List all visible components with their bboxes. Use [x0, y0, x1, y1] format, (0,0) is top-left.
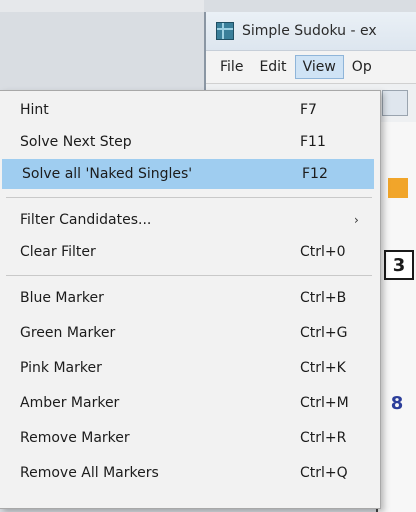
menu-file[interactable]: File [212, 55, 251, 79]
title-bar: Simple Sudoku - ex [206, 12, 416, 51]
menu-item-blue-marker[interactable]: Blue Marker Ctrl+B [0, 283, 378, 313]
menu-item-shortcut: F12 [302, 166, 328, 182]
menu-item-shortcut: F7 [300, 102, 317, 118]
menu-item-pink-marker[interactable]: Pink Marker Ctrl+K [0, 353, 378, 383]
window-title: Simple Sudoku - ex [242, 23, 377, 39]
toolbar-button[interactable] [382, 90, 408, 116]
menu-item-shortcut: Ctrl+Q [300, 465, 348, 481]
sudoku-app-icon [216, 22, 234, 40]
menu-item-label: Remove Marker [20, 430, 130, 446]
background-strip [0, 0, 204, 12]
menu-item-remove-marker[interactable]: Remove Marker Ctrl+R [0, 423, 378, 453]
menu-item-label: Green Marker [20, 325, 116, 341]
menu-item-label: Pink Marker [20, 360, 102, 376]
view-menu-dropdown: Hint F7 Solve Next Step F11 Solve all 'N… [0, 90, 381, 509]
menu-item-label: Solve Next Step [20, 134, 132, 150]
menu-item-shortcut: Ctrl+B [300, 290, 347, 306]
menu-item-label: Remove All Markers [20, 465, 159, 481]
menu-item-shortcut: Ctrl+R [300, 430, 347, 446]
menu-item-remove-all-markers[interactable]: Remove All Markers Ctrl+Q [0, 458, 378, 488]
menu-separator [6, 197, 372, 198]
sudoku-grid[interactable]: 3 8 [376, 122, 416, 512]
menu-item-shortcut: Ctrl+G [300, 325, 348, 341]
menu-item-solve-naked-singles[interactable]: Solve all 'Naked Singles' F12 [2, 159, 374, 189]
grid-cell-digit[interactable]: 8 [384, 390, 410, 416]
menu-item-solve-next-step[interactable]: Solve Next Step F11 [0, 127, 378, 157]
menu-item-label: Filter Candidates... [20, 212, 152, 228]
menu-item-shortcut: Ctrl+K [300, 360, 346, 376]
menu-options[interactable]: Op [344, 55, 380, 79]
menu-item-label: Hint [20, 102, 49, 118]
highlighted-cell[interactable] [388, 178, 408, 198]
menu-separator [6, 275, 372, 276]
menu-bar: File Edit View Op [206, 51, 416, 84]
grid-cell-digit[interactable]: 3 [384, 250, 414, 280]
submenu-arrow-icon: › [354, 213, 359, 227]
menu-item-filter-candidates[interactable]: Filter Candidates... › [0, 205, 378, 235]
menu-item-shortcut: F11 [300, 134, 326, 150]
menu-item-label: Amber Marker [20, 395, 120, 411]
menu-item-amber-marker[interactable]: Amber Marker Ctrl+M [0, 388, 378, 418]
menu-view[interactable]: View [294, 55, 344, 79]
menu-item-green-marker[interactable]: Green Marker Ctrl+G [0, 318, 378, 348]
menu-item-shortcut: Ctrl+M [300, 395, 349, 411]
menu-item-label: Blue Marker [20, 290, 104, 306]
menu-edit[interactable]: Edit [251, 55, 294, 79]
menu-item-label: Solve all 'Naked Singles' [22, 166, 193, 182]
menu-item-shortcut: Ctrl+0 [300, 244, 346, 260]
menu-item-hint[interactable]: Hint F7 [0, 95, 378, 125]
menu-item-clear-filter[interactable]: Clear Filter Ctrl+0 [0, 237, 378, 267]
menu-item-label: Clear Filter [20, 244, 96, 260]
